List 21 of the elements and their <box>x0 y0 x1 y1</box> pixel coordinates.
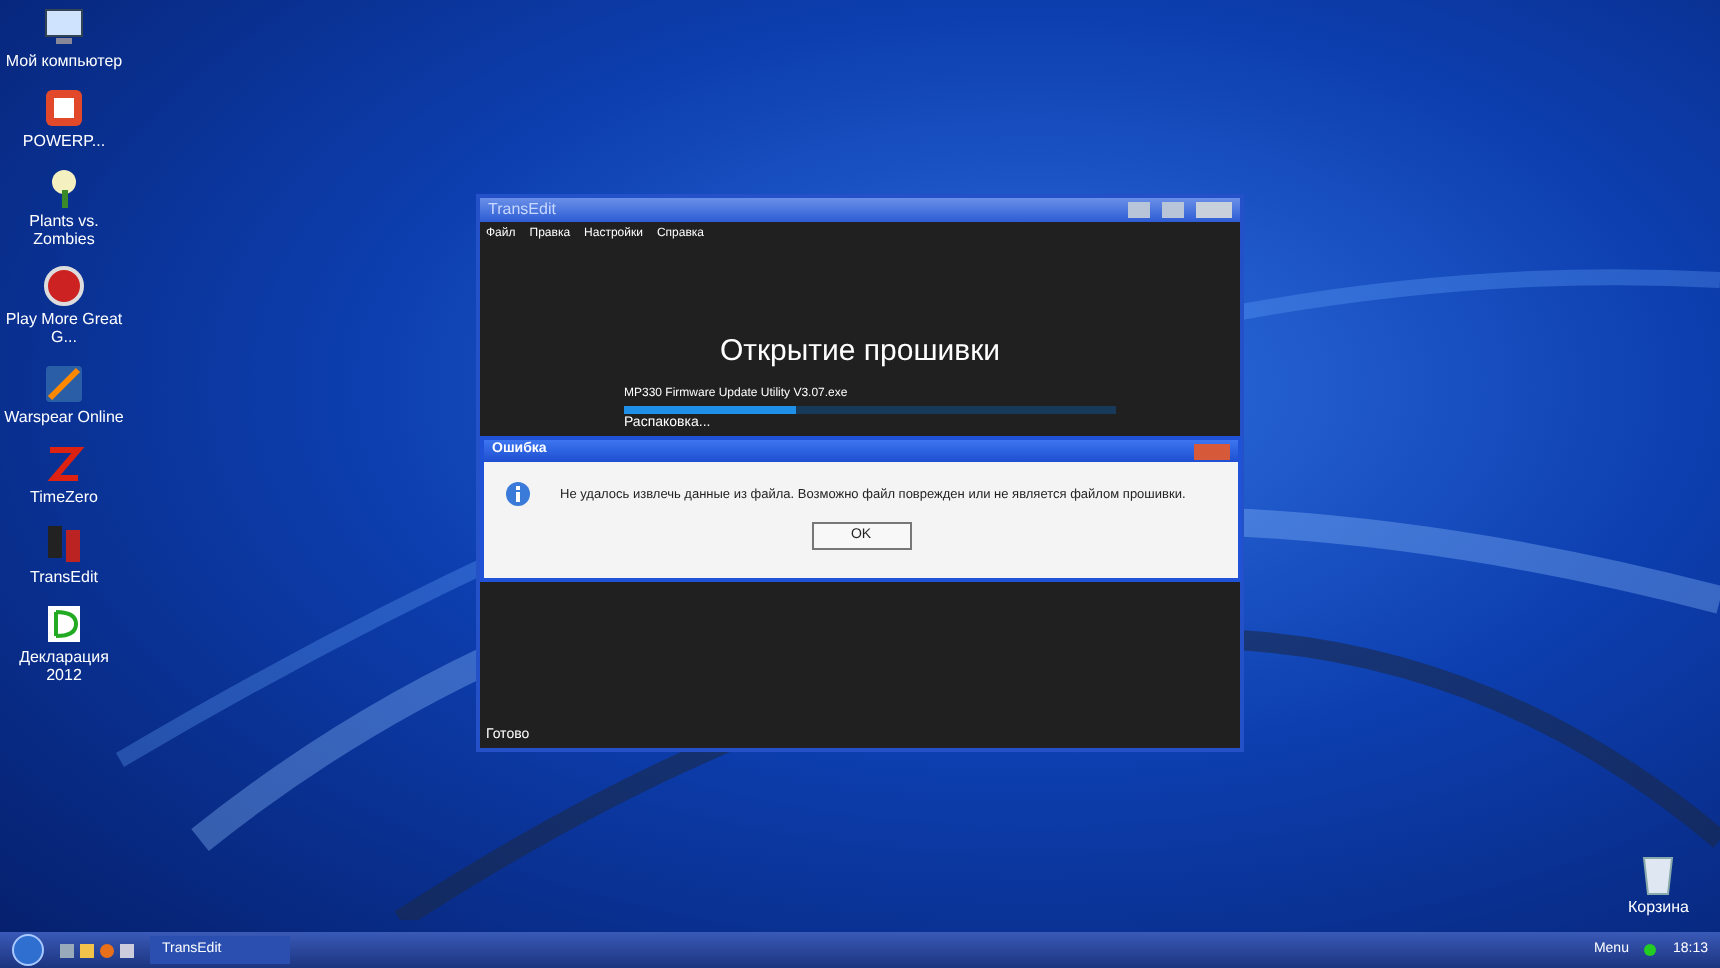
browser-icon[interactable] <box>100 943 114 957</box>
app-icon <box>40 360 88 408</box>
info-icon <box>504 480 532 508</box>
desktop-icon[interactable] <box>60 943 74 957</box>
icon-label[interactable]: Декларация 2012 <box>2 648 126 684</box>
icon-label[interactable]: TimeZero <box>2 488 126 506</box>
icon-label[interactable]: Корзина <box>1628 896 1689 920</box>
icon-label[interactable]: POWERP... <box>2 132 126 150</box>
app-icon <box>40 84 88 132</box>
heading: Открытие прошивки <box>719 332 1001 372</box>
trash-icon <box>1640 852 1677 896</box>
icon-label[interactable]: Warspear Online <box>2 408 126 426</box>
start-button[interactable] <box>12 934 44 966</box>
icon-label[interactable]: Plants vs. Zombies <box>2 212 126 248</box>
window-title: TransEdit <box>488 198 556 222</box>
icon-label[interactable]: Мой компьютер <box>2 52 126 70</box>
icon-label[interactable]: TransEdit <box>2 568 126 586</box>
folder-icon[interactable] <box>80 943 94 957</box>
icon-label[interactable]: Play More Great G... <box>2 310 126 346</box>
window-icon[interactable] <box>120 943 134 957</box>
app-icon <box>40 262 88 310</box>
